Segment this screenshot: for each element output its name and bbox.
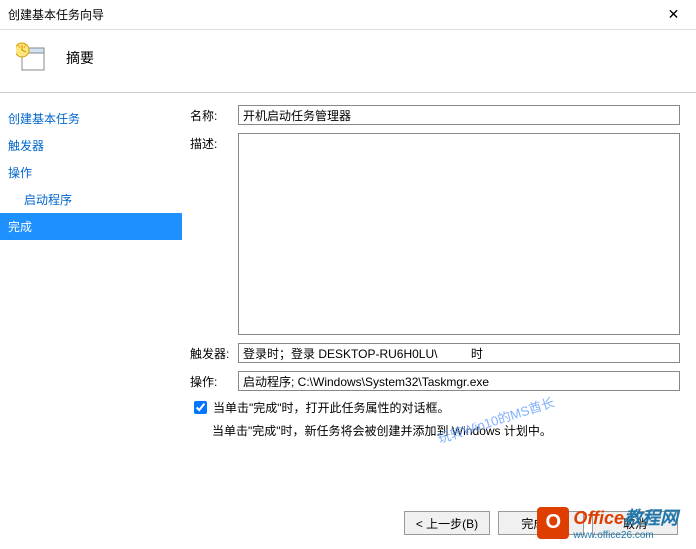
wizard-button-bar: < 上一步(B) 完成(F) 取消 — [404, 511, 678, 535]
finish-button[interactable]: 完成(F) — [498, 511, 584, 535]
back-button[interactable]: < 上一步(B) — [404, 511, 490, 535]
wizard-icon — [16, 42, 48, 74]
finish-note: 当单击"完成"时，新任务将会被创建并添加到 Windows 计划中。 — [212, 422, 680, 439]
action-field[interactable] — [238, 371, 680, 391]
wizard-header: 摘要 — [0, 30, 696, 92]
cancel-button[interactable]: 取消 — [592, 511, 678, 535]
open-properties-label: 当单击"完成"时，打开此任务属性的对话框。 — [213, 399, 450, 416]
titlebar: 创建基本任务向导 ✕ — [0, 0, 696, 30]
step-finish[interactable]: 完成 — [0, 213, 182, 240]
step-start-program[interactable]: 启动程序 — [0, 186, 182, 213]
name-label: 名称: — [190, 105, 238, 124]
description-field[interactable] — [238, 133, 680, 335]
close-icon: ✕ — [668, 6, 680, 23]
wizard-steps-sidebar: 创建基本任务 触发器 操作 启动程序 完成 — [0, 93, 182, 522]
name-field[interactable] — [238, 105, 680, 125]
wizard-content: 创建基本任务 触发器 操作 启动程序 完成 名称: 描述: 触发器: 操作: 当… — [0, 92, 696, 522]
action-label: 操作: — [190, 371, 238, 390]
step-trigger[interactable]: 触发器 — [0, 132, 182, 159]
trigger-field[interactable] — [238, 343, 680, 363]
page-heading: 摘要 — [66, 48, 94, 68]
description-label: 描述: — [190, 133, 238, 152]
window-title: 创建基本任务向导 — [8, 6, 104, 23]
trigger-label: 触发器: — [190, 343, 238, 362]
summary-panel: 名称: 描述: 触发器: 操作: 当单击"完成"时，打开此任务属性的对话框。 当… — [182, 93, 696, 522]
step-action[interactable]: 操作 — [0, 159, 182, 186]
close-button[interactable]: ✕ — [651, 0, 696, 30]
step-create-basic-task[interactable]: 创建基本任务 — [0, 105, 182, 132]
open-properties-checkbox[interactable] — [194, 401, 207, 414]
